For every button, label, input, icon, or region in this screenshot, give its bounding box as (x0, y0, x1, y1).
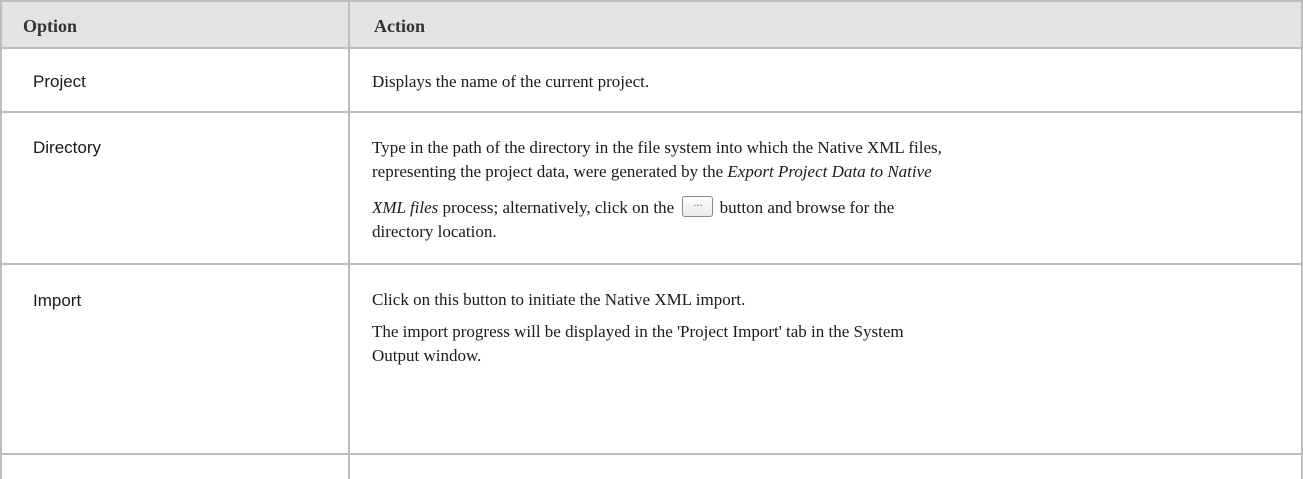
option-cell: Import (33, 291, 82, 310)
option-cell: Directory (33, 138, 102, 157)
header-divider (0, 47, 1303, 49)
action-cell: Click on this button to initiate the Nat… (372, 288, 1272, 368)
option-cell: Project (33, 72, 86, 91)
table-header: Option Action (2, 2, 1301, 47)
action-text: button and browse for the (715, 198, 895, 217)
row-divider (0, 263, 1303, 265)
action-text: representing the project data, were gene… (372, 162, 728, 181)
options-table: Option Action Project Displays the name … (0, 0, 1303, 479)
action-cell: Type in the path of the directory in the… (372, 136, 1272, 244)
action-cell: Displays the name of the current project… (372, 72, 650, 91)
action-text: The import progress will be displayed in… (372, 322, 904, 341)
row-divider (0, 111, 1303, 113)
header-action: Action (374, 16, 425, 36)
action-text: Type in the path of the directory in the… (372, 138, 942, 157)
table-border-top (0, 0, 1303, 2)
ellipsis-icon: ... (693, 197, 703, 209)
browse-button[interactable]: ... (682, 195, 714, 217)
action-text: process; alternatively, click on the (438, 198, 679, 217)
action-text: Output window. (372, 346, 482, 365)
column-divider (348, 2, 350, 479)
table-border-left (0, 0, 2, 479)
row-divider (0, 453, 1303, 455)
header-option: Option (23, 16, 78, 36)
action-text: directory location. (372, 222, 497, 241)
action-text: Click on this button to initiate the Nat… (372, 290, 746, 309)
action-emphasis: XML files (372, 198, 439, 217)
action-emphasis: Export Project Data to Native (727, 162, 932, 181)
